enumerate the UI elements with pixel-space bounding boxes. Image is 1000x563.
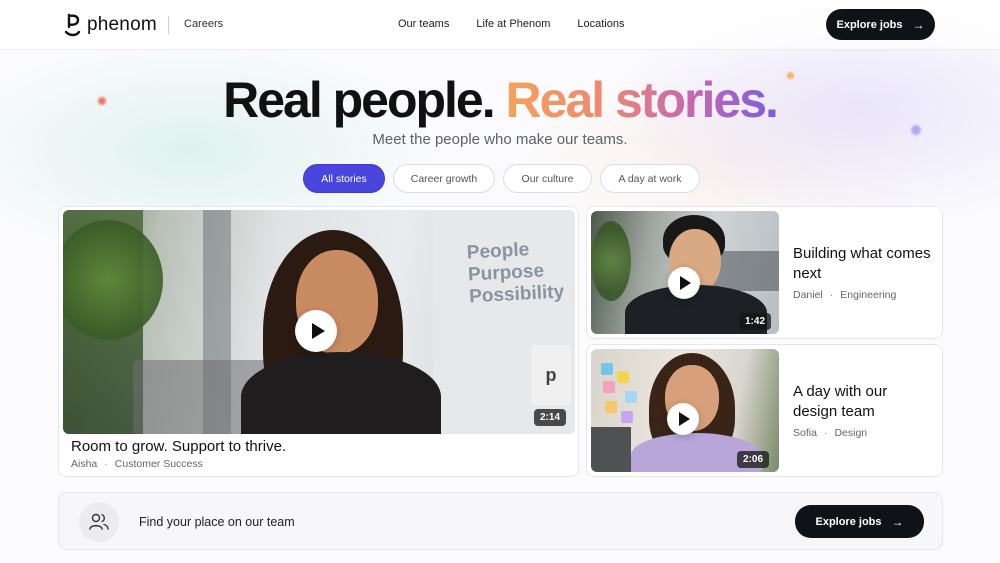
wall-slogan: People Purpose Possibility [466,238,564,309]
sticky-note [617,371,629,383]
featured-story-meta: Aisha · Customer Success [71,458,203,470]
meta-separator: · [829,289,834,301]
people-icon-graphic [89,513,109,530]
story-team: Design [834,427,868,439]
arrow-right-icon: → [891,514,904,529]
story-team: Customer Success [114,458,203,470]
meta-separator: · [104,458,108,470]
nav-our-teams[interactable]: Our teams [398,18,449,30]
story-title[interactable]: A day with our design team [793,382,933,422]
featured-video-thumbnail[interactable]: People Purpose Possibility p 2:14 [63,210,575,434]
story-card[interactable]: 2:06 A day with our design team Sofia · … [586,344,943,477]
header-divider [168,16,169,34]
meta-separator: · [823,427,828,439]
plant-image [591,221,631,301]
story-team: Engineering [840,289,897,301]
sticky-note [601,363,613,375]
story-title[interactable]: Building what comes next [793,244,933,284]
filter-a-day-at-work[interactable]: A day at work [600,164,700,193]
main-nav: Our teams Life at Phenom Locations [398,18,651,30]
phenom-logo-icon [64,13,81,37]
story-person-name: Aisha [71,458,98,470]
plant-leaves [63,220,163,340]
nav-life-at-phenom[interactable]: Life at Phenom [476,18,550,30]
hero-title: Real people. Real stories. [0,72,1000,128]
filter-our-culture[interactable]: Our culture [503,164,592,193]
hero-title-accent: Real stories. [505,72,779,128]
phenom-logo[interactable]: phenom [64,12,157,38]
sticky-note [621,411,633,423]
explore-jobs-label: Explore jobs [815,515,882,528]
explore-jobs-label: Explore jobs [836,18,903,31]
arrow-right-icon: → [912,17,925,32]
sticky-note [603,381,615,393]
story-person-name: Daniel [793,289,823,301]
explore-jobs-button[interactable]: Explore jobs → [795,505,924,538]
play-icon[interactable] [295,310,337,352]
logo-text: phenom [87,14,157,35]
story-filters: All stories Career growth Our culture A … [303,164,708,193]
top-header: phenom Careers Our teams Life at Phenom … [0,0,1000,50]
story-meta: Sofia · Design [793,427,867,439]
office-monitor [711,251,779,291]
story-meta: Daniel · Engineering [793,289,896,301]
filter-career-growth[interactable]: Career growth [393,164,495,193]
story-person-name: Sofia [793,427,817,439]
nav-locations[interactable]: Locations [577,18,624,30]
story-video-thumbnail[interactable]: 1:42 [591,211,779,334]
hero-title-plain: Real people. [223,72,496,128]
play-icon[interactable] [667,403,699,435]
video-duration: 2:06 [737,451,770,468]
section-label[interactable]: Careers [184,18,223,30]
featured-story-title[interactable]: Room to grow. Support to thrive. [71,438,286,455]
story-card[interactable]: 1:42 Building what comes next Daniel · E… [586,206,943,339]
bottom-cta-text: Find your place on our team [139,515,295,529]
hero-subtitle: Meet the people who make our teams. [372,131,628,148]
wall-logo-icon: p [531,345,571,405]
people-icon [79,502,119,542]
video-duration: 1:42 [739,313,772,330]
sticky-note [605,401,617,413]
play-icon[interactable] [668,267,700,299]
filter-all-stories[interactable]: All stories [303,164,385,193]
bottom-cta-bar: Find your place on our team Explore jobs… [58,492,943,550]
explore-jobs-button[interactable]: Explore jobs → [826,9,935,40]
video-duration: 2:14 [534,409,567,426]
person-body [241,352,441,434]
story-video-thumbnail[interactable]: 2:06 [591,349,779,472]
laptop [591,427,631,472]
sticky-note [625,391,637,403]
featured-story-card[interactable]: People Purpose Possibility p 2:14 Room t… [58,206,579,477]
